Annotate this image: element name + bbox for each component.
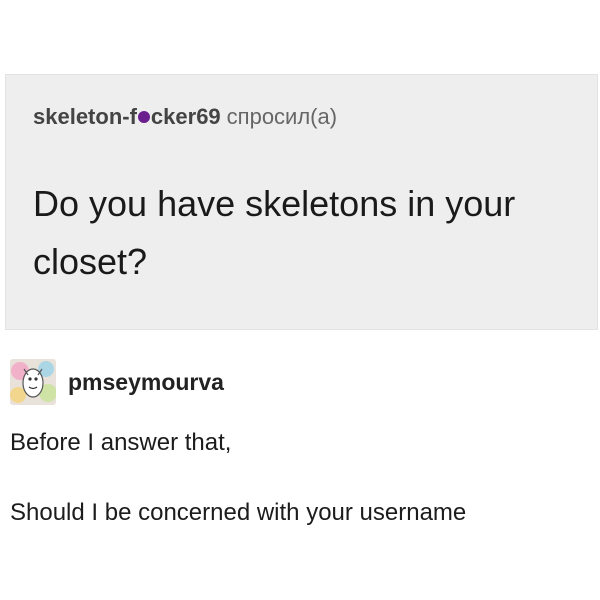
illustrated-avatar-icon[interactable] bbox=[10, 359, 56, 405]
asked-verb: спросил(а) bbox=[226, 104, 338, 129]
censor-dot-icon bbox=[137, 111, 150, 123]
answer-paragraph: Before I answer that, bbox=[10, 429, 232, 456]
answerer-username[interactable]: pmseymourva bbox=[68, 369, 224, 396]
question-text: Do you have skeletons in your closet? bbox=[33, 183, 516, 282]
asker-line: skeleton-f cker69 спросил(а) bbox=[33, 104, 337, 130]
answer-paragraph: Should I be concerned with your username bbox=[10, 499, 467, 526]
asker-username[interactable]: skeleton-f cker69 bbox=[33, 104, 221, 129]
answer-header: pmseymourva bbox=[10, 358, 224, 406]
ask-card: skeleton-f cker69 спросил(а) Do you have s… bbox=[5, 74, 598, 330]
